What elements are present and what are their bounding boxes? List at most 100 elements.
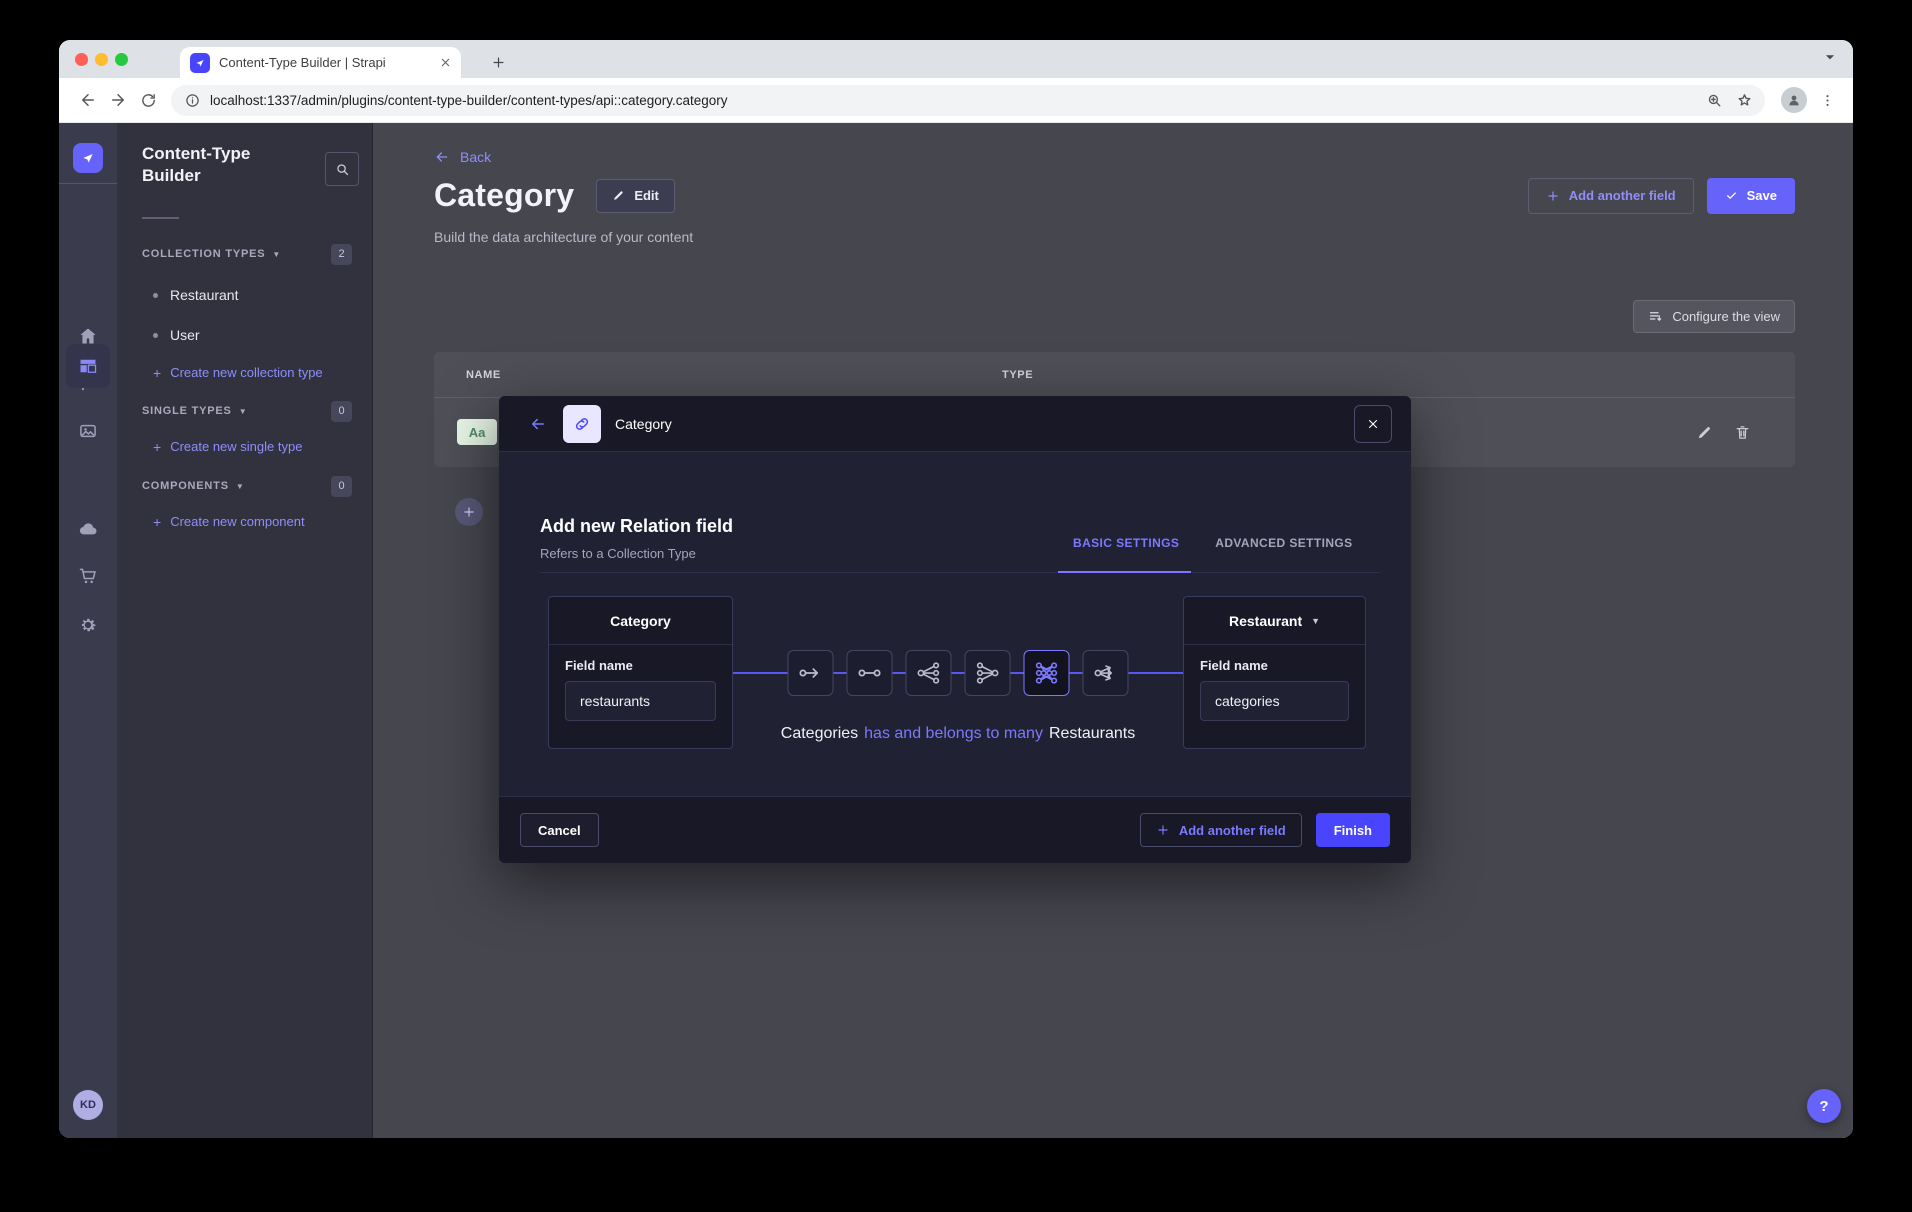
single-types-label: SINGLE TYPES — [142, 405, 232, 417]
settings-gear-icon[interactable] — [59, 612, 117, 638]
relation-one-to-one-icon[interactable] — [847, 650, 893, 696]
modal-title: Add new Relation field — [540, 516, 733, 537]
modal-close-button[interactable] — [1354, 405, 1392, 443]
modal-tabs: BASIC SETTINGS ADVANCED SETTINGS — [1073, 536, 1353, 550]
components-section[interactable]: COMPONENTS▼ 0 — [142, 475, 352, 497]
tab-advanced-settings[interactable]: ADVANCED SETTINGS — [1215, 536, 1352, 550]
page-subtitle: Build the data architecture of your cont… — [434, 229, 693, 245]
tab-close-icon[interactable] — [440, 57, 451, 68]
add-another-field-button[interactable]: Add another field — [1528, 178, 1694, 214]
deploy-cloud-icon[interactable] — [59, 516, 117, 542]
strapi-favicon-icon — [190, 53, 210, 73]
bookmark-star-icon[interactable] — [1729, 85, 1759, 115]
edit-button[interactable]: Edit — [596, 179, 675, 213]
chevron-down-icon: ▼ — [272, 250, 281, 259]
configure-view-button[interactable]: Configure the view — [1633, 300, 1795, 333]
source-field-name-label: Field name — [565, 658, 716, 673]
site-info-icon[interactable] — [185, 93, 200, 108]
source-type-title: Category — [549, 597, 732, 645]
source-type-box: Category Field name — [548, 596, 733, 749]
tab-search-chevron-icon[interactable] — [1823, 50, 1837, 64]
save-button[interactable]: Save — [1707, 178, 1795, 214]
bullet-icon — [153, 293, 158, 298]
user-avatar[interactable]: KD — [73, 1090, 103, 1120]
tab-title: Content-Type Builder | Strapi — [219, 55, 434, 70]
tab-basic-settings[interactable]: BASIC SETTINGS — [1073, 536, 1179, 550]
finish-button[interactable]: Finish — [1316, 813, 1390, 847]
target-field-name-label: Field name — [1200, 658, 1349, 673]
browser-menu-icon[interactable] — [1815, 85, 1839, 115]
url-bar[interactable]: localhost:1337/admin/plugins/content-typ… — [171, 85, 1765, 116]
collection-types-section[interactable]: COLLECTION TYPES▼ 2 — [142, 243, 352, 265]
plus-icon: + — [153, 515, 161, 529]
cancel-button[interactable]: Cancel — [520, 813, 599, 847]
browser-profile-avatar[interactable] — [1781, 87, 1807, 113]
strapi-logo[interactable] — [73, 143, 103, 173]
check-icon — [1725, 189, 1738, 202]
modal-header: Category — [499, 396, 1411, 452]
relation-many-way-icon[interactable] — [1083, 650, 1129, 696]
content-type-builder-sidebar: Content-Type Builder COLLECTION TYPES▼ 2… — [117, 123, 373, 1138]
reload-icon[interactable] — [133, 85, 163, 115]
create-collection-type-link[interactable]: + Create new collection type — [153, 364, 323, 381]
target-type-dropdown[interactable]: Restaurant ▼ — [1184, 597, 1365, 645]
close-window-button[interactable] — [75, 53, 88, 66]
maximize-window-button[interactable] — [115, 53, 128, 66]
sidebar-title: Content-Type Builder — [142, 143, 302, 187]
single-types-section[interactable]: SINGLE TYPES▼ 0 — [142, 400, 352, 422]
modal-subtitle: Refers to a Collection Type — [540, 546, 696, 561]
new-tab-button[interactable] — [484, 48, 512, 76]
relation-object: Restaurants — [1049, 725, 1135, 742]
table-header-row: NAME TYPE — [434, 352, 1795, 398]
page-title: Category — [434, 177, 574, 214]
url-text[interactable]: localhost:1337/admin/plugins/content-typ… — [210, 93, 1699, 108]
browser-tab[interactable]: Content-Type Builder | Strapi — [180, 47, 461, 78]
marketplace-cart-icon[interactable] — [59, 563, 117, 589]
collection-types-label: COLLECTION TYPES — [142, 248, 265, 260]
source-field-name-input[interactable] — [565, 681, 716, 721]
add-field-circle-button[interactable] — [455, 498, 483, 526]
pencil-icon — [612, 189, 625, 202]
media-library-icon[interactable] — [59, 418, 117, 444]
delete-field-trash-icon[interactable] — [1734, 424, 1751, 441]
plus-icon — [1156, 823, 1170, 837]
target-field-name-input[interactable] — [1200, 681, 1349, 721]
relation-one-to-many-icon[interactable] — [906, 650, 952, 696]
help-button[interactable]: ? — [1807, 1089, 1841, 1123]
zoom-page-icon[interactable] — [1699, 85, 1729, 115]
content-type-builder-nav-item[interactable] — [66, 344, 110, 388]
create-component-link[interactable]: + Create new component — [153, 513, 305, 530]
relation-many-to-many-icon-selected[interactable] — [1024, 650, 1070, 696]
browser-tabstrip: Content-Type Builder | Strapi — [59, 40, 1853, 78]
sidebar-item-restaurant[interactable]: Restaurant — [153, 286, 238, 304]
edit-field-pencil-icon[interactable] — [1696, 424, 1713, 441]
modal-breadcrumb: Category — [615, 416, 672, 432]
create-single-type-link[interactable]: + Create new single type — [153, 438, 302, 455]
relation-diagram: Category Field name — [548, 596, 1366, 764]
main-nav-sidebar: KD — [59, 123, 117, 1138]
page-header: Category Edit Add another field Save — [434, 177, 1795, 214]
search-button[interactable] — [325, 152, 359, 186]
traffic-lights — [75, 53, 128, 66]
modal-footer: Cancel Add another field Finish — [499, 796, 1411, 863]
relation-sentence: Categorieshas and belongs to manyRestaur… — [733, 725, 1183, 743]
add-relation-field-modal: Category Add new Relation field Refers t… — [499, 396, 1411, 863]
sidebar-divider — [142, 217, 179, 219]
minimize-window-button[interactable] — [95, 53, 108, 66]
single-types-count-badge: 0 — [331, 401, 352, 422]
close-icon — [1367, 418, 1379, 430]
back-icon[interactable] — [73, 85, 103, 115]
bullet-icon — [153, 333, 158, 338]
plus-icon: + — [153, 440, 161, 454]
components-count-badge: 0 — [331, 476, 352, 497]
plus-icon — [1546, 189, 1560, 203]
modal-back-arrow-icon[interactable] — [529, 415, 547, 433]
relation-many-to-one-icon[interactable] — [965, 650, 1011, 696]
sidebar-item-user[interactable]: User — [153, 326, 200, 344]
configure-list-icon — [1648, 309, 1663, 324]
column-header-type: TYPE — [1002, 369, 1033, 381]
back-link[interactable]: Back — [434, 149, 491, 165]
modal-add-another-field-button[interactable]: Add another field — [1140, 813, 1302, 847]
relation-one-way-icon[interactable] — [788, 650, 834, 696]
forward-icon[interactable] — [103, 85, 133, 115]
